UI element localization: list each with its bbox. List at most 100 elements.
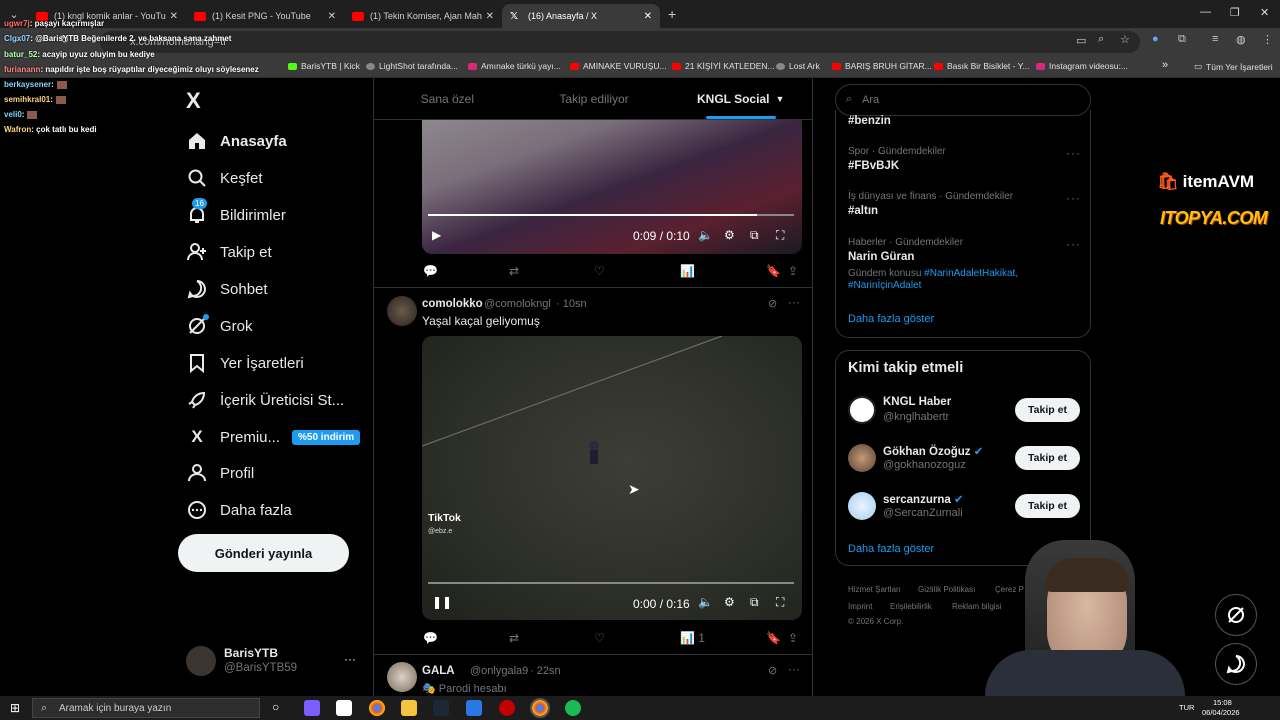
volume-icon[interactable]: 🔈 — [698, 595, 713, 609]
app-icon[interactable] — [466, 700, 482, 716]
tab-for-you[interactable]: Sana özel — [374, 78, 521, 119]
pause-icon[interactable]: ❚❚ — [432, 595, 452, 609]
taskbar-search-input[interactable]: ⌕ Aramak için buraya yazın — [32, 698, 260, 718]
menu-icon[interactable]: ⋮ — [1262, 33, 1273, 46]
trend-related-tag[interactable]: #NarinİçinAdalet — [848, 280, 921, 291]
trend-more-icon[interactable]: ··· — [1066, 237, 1081, 251]
post-time[interactable]: · 10sn — [556, 298, 587, 310]
sidebar-item-notifications[interactable]: 16 Bildirimler — [186, 198, 286, 226]
sidebar-item-chat[interactable]: Sohbet — [186, 278, 268, 300]
follow-button[interactable]: Takip et — [1015, 494, 1080, 518]
bookmark-item[interactable]: LightShot tarafında... — [366, 61, 458, 71]
grok-icon[interactable]: ⊘ — [768, 664, 777, 677]
follow-handle[interactable]: @SercanZurnali — [883, 507, 963, 519]
post-button[interactable]: Gönderi yayınla — [178, 534, 349, 572]
trend-title[interactable]: #benzin — [848, 115, 891, 127]
zoom-icon[interactable]: ⌕ — [1098, 33, 1104, 46]
play-icon[interactable]: ▶ — [432, 228, 441, 242]
minimize-icon[interactable]: — — [1200, 6, 1211, 18]
sidebar-item-home[interactable]: Anasayfa — [186, 130, 287, 152]
settings-icon[interactable]: ⚙ — [724, 228, 735, 242]
app-icon[interactable] — [499, 700, 515, 716]
repost-icon[interactable]: ⇄ — [509, 631, 519, 645]
follow-name[interactable]: sercanzurna ✔ — [883, 492, 964, 506]
follow-button[interactable]: Takip et — [1015, 446, 1080, 470]
views-icon[interactable]: 📊 1 — [680, 631, 705, 645]
browser-tab[interactable]: (1) Tekin Komiser, Ajan Mahmut ✕ — [344, 4, 502, 28]
messages-fab-icon[interactable] — [1215, 643, 1257, 685]
post-author-handle[interactable]: @comolokngl — [484, 298, 551, 310]
pip-icon[interactable]: ⧉ — [750, 595, 759, 610]
browser-tab[interactable]: (1) Kesit PNG - YouTube ✕ — [186, 4, 344, 28]
restore-icon[interactable]: ❐ — [1230, 6, 1240, 19]
sidebar-item-profile[interactable]: Profil — [186, 462, 254, 484]
avatar[interactable] — [387, 296, 417, 326]
repost-icon[interactable]: ⇄ — [509, 264, 519, 278]
footer-link[interactable]: Gizlilik Politikası — [918, 585, 975, 594]
share-icon[interactable]: ⇪ — [788, 631, 798, 645]
footer-link[interactable]: Imprint — [848, 602, 872, 611]
like-icon[interactable]: ♡ — [594, 631, 605, 645]
task-view-icon[interactable]: ○ — [272, 700, 279, 714]
sidebar-item-grok[interactable]: Grok — [186, 314, 253, 337]
sidebar-item-bookmarks[interactable]: Yer İşaretleri — [186, 352, 304, 374]
follow-name[interactable]: KNGL Haber — [883, 396, 951, 408]
bookmark-item[interactable]: Instagram videosu:... — [1036, 61, 1128, 71]
post-author-name[interactable]: comolokko — [422, 298, 483, 310]
like-icon[interactable]: ♡ — [594, 264, 605, 278]
close-tab-icon[interactable]: ✕ — [328, 11, 336, 22]
pip-icon[interactable]: ⧉ — [750, 228, 759, 243]
trend-title[interactable]: #FBvBJK — [848, 160, 899, 172]
close-window-icon[interactable]: ✕ — [1260, 6, 1269, 19]
reply-icon[interactable]: 💬 — [423, 264, 438, 278]
extension-icon[interactable]: ● — [1152, 33, 1159, 45]
bookmarks-more-button[interactable]: » — [1162, 59, 1168, 71]
cast-icon[interactable]: ▭ — [1076, 34, 1086, 47]
new-tab-button[interactable]: + — [668, 6, 676, 22]
tab-kngl-social[interactable]: KNGL Social ▼ — [667, 78, 812, 119]
sidebar-item-more[interactable]: Daha fazla — [186, 499, 292, 521]
bookmark-icon[interactable]: 🔖 — [766, 631, 781, 645]
file-explorer-icon[interactable] — [401, 700, 417, 716]
video-player[interactable]: ➤ TikTok @ebz.e ❚❚ 0:00 / 0:16 🔈 ⚙ ⧉ ⛶ — [422, 336, 802, 620]
bookmark-item[interactable]: AMINAKE VURUŞU... — [570, 61, 667, 71]
views-icon[interactable]: 📊 — [680, 264, 695, 278]
language-indicator[interactable]: TUR — [1179, 703, 1194, 712]
follow-button[interactable]: Takip et — [1015, 398, 1080, 422]
spotify-icon[interactable] — [565, 700, 581, 716]
bookmark-item[interactable]: BARIŞ BRUH GİTAR... — [832, 61, 932, 71]
close-tab-icon[interactable]: ✕ — [170, 11, 178, 22]
show-more-link[interactable]: Daha fazla göster — [848, 313, 934, 325]
volume-icon[interactable]: 🔈 — [698, 228, 713, 242]
windows-start-icon[interactable]: ⊞ — [10, 701, 20, 715]
chrome-icon[interactable] — [369, 700, 385, 716]
sidebar-item-explore[interactable]: Keşfet — [186, 167, 263, 189]
puzzle-icon[interactable]: ⧉ — [1178, 33, 1186, 46]
follow-handle[interactable]: @gokhanozoguz — [883, 459, 966, 471]
sidebar-item-premium[interactable]: X Premiu... %50 indirim — [186, 426, 361, 448]
calculator-icon[interactable] — [336, 700, 352, 716]
grok-icon[interactable]: ⊘ — [768, 297, 777, 310]
browser-tab-active[interactable]: 𝕏 (16) Anasayfa / X ✕ — [502, 4, 660, 28]
tab-following[interactable]: Takip ediliyor — [521, 78, 668, 119]
bookmark-item[interactable]: Basık Bir Bisiklet - Y... — [934, 61, 1029, 71]
trend-title[interactable]: #altın — [848, 205, 878, 217]
trend-more-icon[interactable]: ··· — [1066, 191, 1081, 205]
sidebar-item-follow[interactable]: Takip et — [186, 241, 272, 263]
clock-time[interactable]: 15:08 — [1213, 698, 1232, 707]
more-icon[interactable]: ··· — [788, 662, 800, 676]
chrome-active-icon[interactable] — [530, 698, 550, 718]
avatar[interactable] — [848, 492, 876, 520]
profile-icon[interactable]: ◍ — [1236, 33, 1246, 46]
bookmark-item[interactable]: BarisYTB | Kick — [288, 61, 360, 71]
follow-name[interactable]: Gökhan Özoğuz ✔ — [883, 444, 983, 458]
grok-fab-icon[interactable] — [1215, 594, 1257, 636]
clock-date[interactable]: 06/04/2026 — [1202, 708, 1240, 717]
bookmark-item[interactable]: 21 KİŞİYİ KATLEDEN... — [672, 61, 775, 71]
show-more-link[interactable]: Daha fazla göster — [848, 543, 934, 555]
reply-icon[interactable]: 💬 — [423, 631, 438, 645]
video-progress-track[interactable] — [428, 582, 794, 584]
follow-handle[interactable]: @knglhabertr — [883, 411, 949, 423]
footer-link[interactable]: Hizmet Şartları — [848, 585, 901, 594]
post-time[interactable]: · 22sn — [530, 665, 561, 677]
